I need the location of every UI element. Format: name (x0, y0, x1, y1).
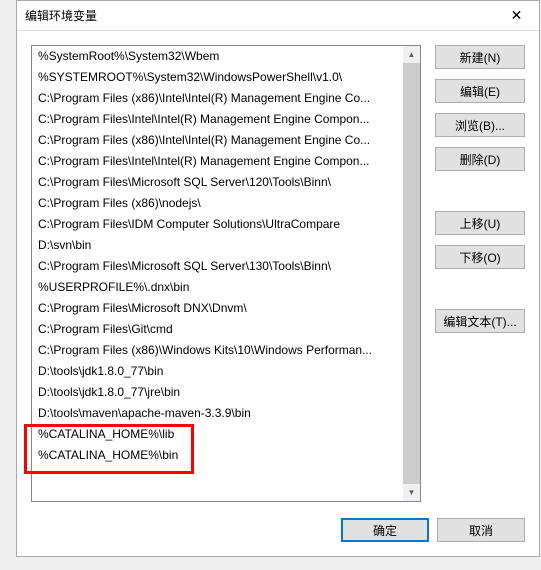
side-buttons: 新建(N) 编辑(E) 浏览(B)... 删除(D) 上移(U) 下移(O) 编… (435, 45, 525, 504)
list-item[interactable]: %SystemRoot%\System32\Wbem (32, 46, 403, 67)
scroll-up-icon[interactable]: ▲ (403, 46, 420, 63)
list-item[interactable]: D:\svn\bin (32, 235, 403, 256)
list-item[interactable]: C:\Program Files\Intel\Intel(R) Manageme… (32, 151, 403, 172)
list-item[interactable]: %USERPROFILE%\.dnx\bin (32, 277, 403, 298)
scrollbar[interactable]: ▲ ▼ (403, 46, 420, 501)
path-list-inner: %SystemRoot%\System32\Wbem %SYSTEMROOT%\… (32, 46, 403, 501)
cancel-button[interactable]: 取消 (437, 518, 525, 542)
window-title: 编辑环境变量 (25, 7, 97, 24)
list-item[interactable]: C:\Program Files (x86)\Intel\Intel(R) Ma… (32, 130, 403, 151)
path-list[interactable]: %SystemRoot%\System32\Wbem %SYSTEMROOT%\… (31, 45, 421, 502)
list-item[interactable]: %CATALINA_HOME%\bin (32, 445, 403, 466)
list-item[interactable]: %CATALINA_HOME%\lib (32, 424, 403, 445)
list-item[interactable]: C:\Program Files (x86)\Intel\Intel(R) Ma… (32, 88, 403, 109)
scroll-down-icon[interactable]: ▼ (403, 484, 420, 501)
background-strip (0, 0, 16, 570)
edit-text-button[interactable]: 编辑文本(T)... (435, 309, 525, 333)
dialog-footer: 确定 取消 (17, 504, 539, 556)
new-button[interactable]: 新建(N) (435, 45, 525, 69)
ok-button[interactable]: 确定 (341, 518, 429, 542)
move-up-button[interactable]: 上移(U) (435, 211, 525, 235)
scroll-thumb[interactable] (403, 63, 420, 484)
close-button[interactable]: ✕ (494, 1, 539, 31)
close-icon: ✕ (511, 7, 523, 24)
scroll-track[interactable] (403, 63, 420, 484)
move-down-button[interactable]: 下移(O) (435, 245, 525, 269)
edit-button[interactable]: 编辑(E) (435, 79, 525, 103)
list-item[interactable]: C:\Program Files\Intel\Intel(R) Manageme… (32, 109, 403, 130)
edit-env-var-dialog: 编辑环境变量 ✕ %SystemRoot%\System32\Wbem %SYS… (16, 0, 540, 557)
list-item[interactable]: C:\Program Files (x86)\nodejs\ (32, 193, 403, 214)
list-item[interactable]: C:\Program Files\Microsoft SQL Server\13… (32, 256, 403, 277)
list-item[interactable]: D:\tools\jdk1.8.0_77\bin (32, 361, 403, 382)
list-item[interactable]: D:\tools\jdk1.8.0_77\jre\bin (32, 382, 403, 403)
browse-button[interactable]: 浏览(B)... (435, 113, 525, 137)
list-item[interactable]: C:\Program Files\IDM Computer Solutions\… (32, 214, 403, 235)
list-item[interactable]: C:\Program Files (x86)\Windows Kits\10\W… (32, 340, 403, 361)
dialog-content: %SystemRoot%\System32\Wbem %SYSTEMROOT%\… (17, 31, 539, 504)
list-item[interactable]: C:\Program Files\Git\cmd (32, 319, 403, 340)
delete-button[interactable]: 删除(D) (435, 147, 525, 171)
list-item[interactable]: C:\Program Files\Microsoft SQL Server\12… (32, 172, 403, 193)
list-item[interactable]: %SYSTEMROOT%\System32\WindowsPowerShell\… (32, 67, 403, 88)
titlebar: 编辑环境变量 ✕ (17, 1, 539, 31)
list-item[interactable]: C:\Program Files\Microsoft DNX\Dnvm\ (32, 298, 403, 319)
list-item[interactable]: D:\tools\maven\apache-maven-3.3.9\bin (32, 403, 403, 424)
